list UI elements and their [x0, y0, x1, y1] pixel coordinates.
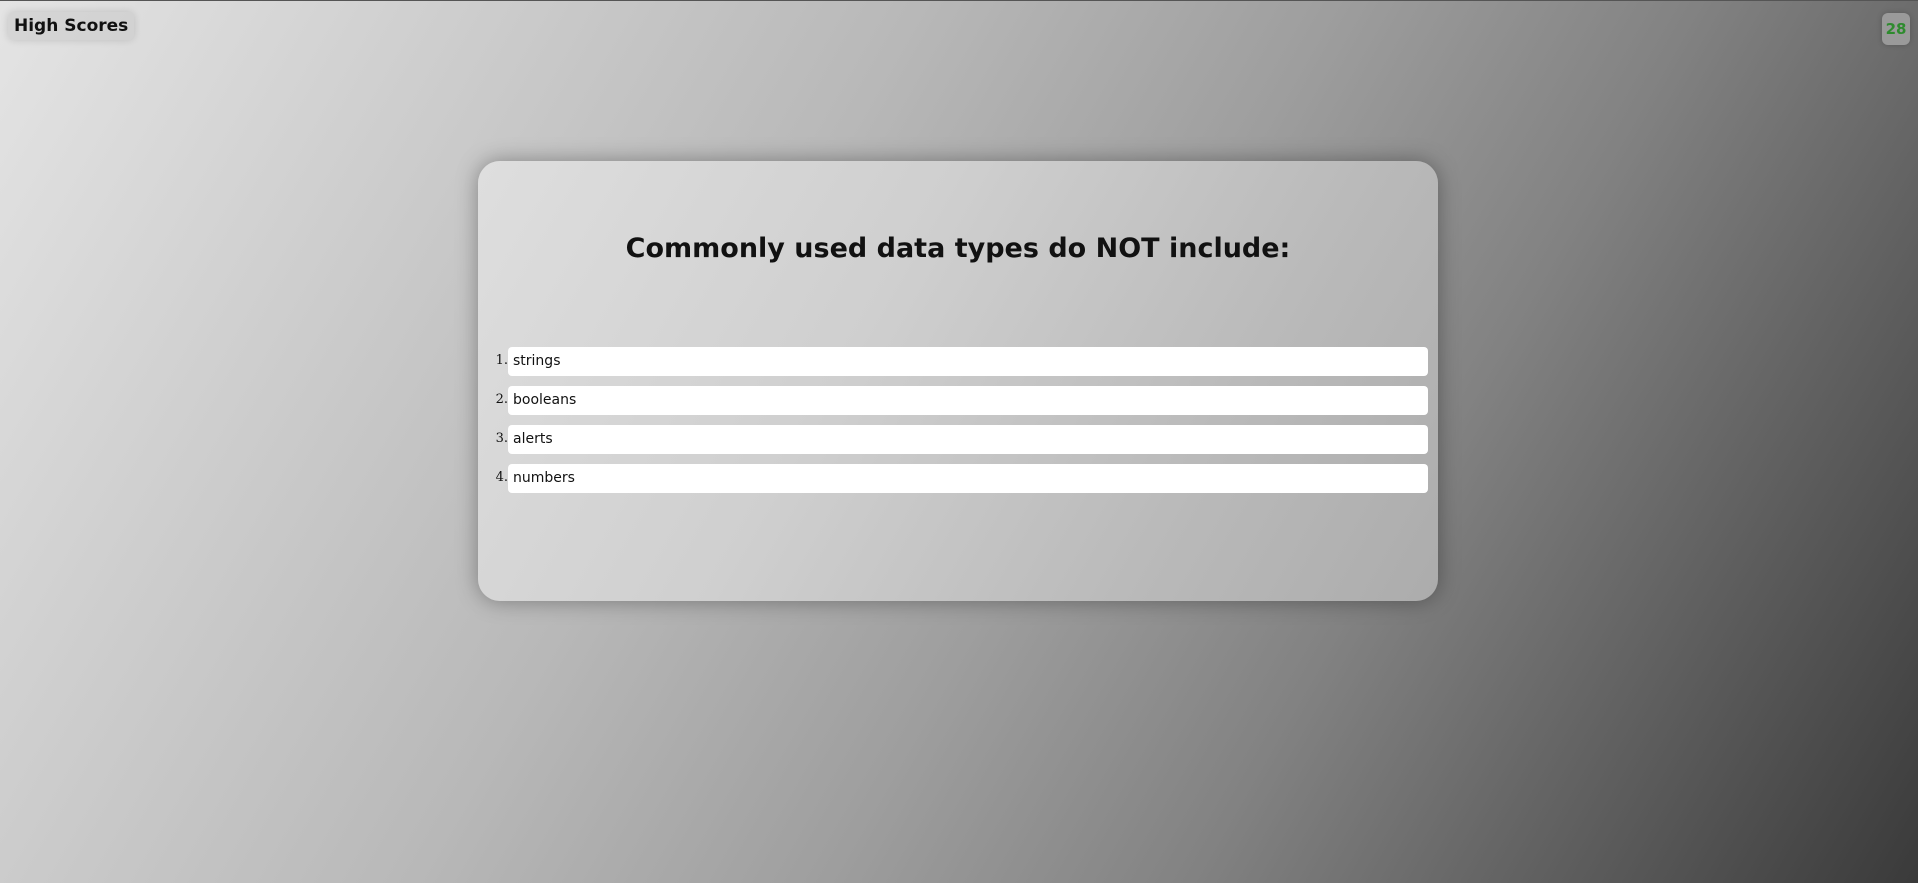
timer-badge: 28 [1882, 13, 1910, 45]
answer-list: 1. strings 2. booleans 3. alerts 4. numb… [478, 347, 1438, 503]
answer-number: 1. [495, 353, 508, 368]
answer-button-booleans[interactable]: booleans [508, 386, 1428, 415]
answer-number: 3. [495, 431, 508, 446]
answer-number: 4. [495, 470, 508, 485]
quiz-card: Commonly used data types do NOT include:… [478, 161, 1438, 601]
answer-button-alerts[interactable]: alerts [508, 425, 1428, 454]
answer-button-strings[interactable]: strings [508, 347, 1428, 376]
question-text: Commonly used data types do NOT include: [625, 233, 1291, 264]
high-scores-link[interactable]: High Scores [8, 12, 135, 40]
answer-button-numbers[interactable]: numbers [508, 464, 1428, 493]
answer-item: 2. booleans [478, 386, 1438, 425]
answer-item: 3. alerts [478, 425, 1438, 464]
answer-item: 1. strings [478, 347, 1438, 386]
answer-number: 2. [495, 392, 508, 407]
answer-item: 4. numbers [478, 464, 1438, 503]
